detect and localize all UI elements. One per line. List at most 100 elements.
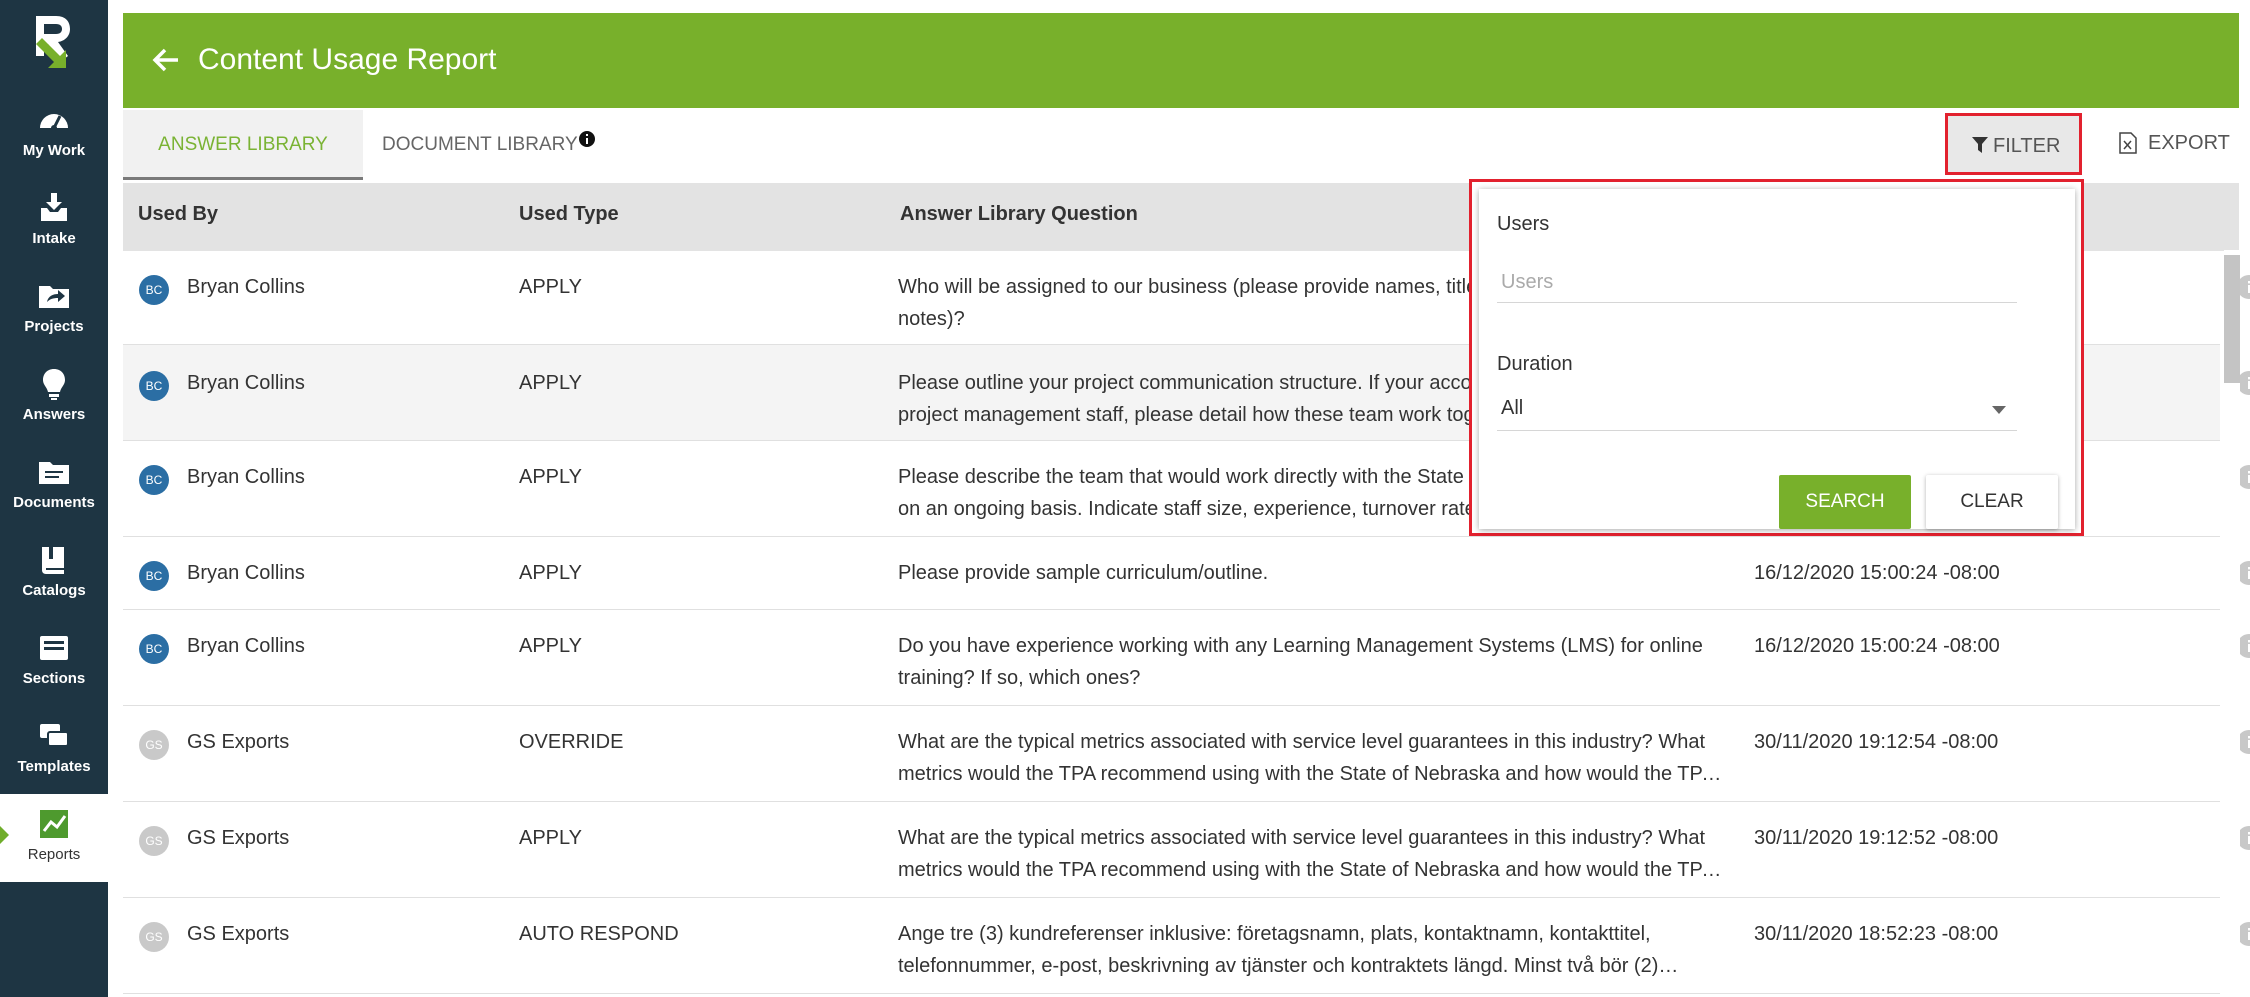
question-cell: What are the typical metrics associated … [898, 726, 1728, 790]
sidebar-item-answers[interactable]: Answers [0, 354, 108, 442]
date-cell: 30/11/2020 19:12:54 -08:00 [1754, 731, 1999, 753]
sidebar-item-label: Answers [22, 406, 86, 423]
sidebar-item-catalogs[interactable]: Catalogs [0, 530, 108, 618]
folder-docs-icon [39, 462, 69, 484]
sidebar-item-projects[interactable]: Projects [0, 266, 108, 354]
question-line: metrics would the TPA recommend using wi… [898, 763, 1728, 785]
question-line: Do you have experience working with any … [898, 635, 1703, 657]
users-label: Users [1497, 213, 1550, 235]
sidebar-item-reports[interactable]: Reports [0, 794, 108, 882]
avatar: BC [139, 465, 169, 495]
back-arrow-icon[interactable] [149, 43, 183, 77]
used-by-cell: GS Exports [187, 827, 290, 849]
table-scrollbar[interactable] [2224, 250, 2240, 997]
funnel-icon [1972, 137, 1988, 153]
download-tray-icon [41, 193, 67, 221]
question-line: training? If so, which ones? [898, 667, 1141, 689]
page-header: Content Usage Report [123, 13, 2239, 108]
used-type-cell: AUTO RESPOND [519, 923, 679, 945]
excel-file-icon [2119, 132, 2137, 154]
avatar: BC [139, 275, 169, 305]
question-line: telefonnummer, e-post, beskrivning av tj… [898, 955, 1679, 977]
avatar: GS [139, 826, 169, 856]
question-cell: Do you have experience working with any … [898, 630, 1728, 694]
used-by-cell: Bryan Collins [187, 562, 305, 584]
question-cell: Ange tre (3) kundreferenser inklusive: f… [898, 918, 1728, 982]
sidebar-item-intake[interactable]: Intake [0, 178, 108, 266]
sidebar-item-label: Templates [17, 758, 91, 775]
sidebar-item-documents[interactable]: Documents [0, 442, 108, 530]
sidebar-item-label: Sections [22, 670, 86, 687]
question-cell: Please provide sample curriculum/outline… [898, 557, 1728, 589]
sidebar-item-label: Projects [24, 318, 84, 335]
export-label: EXPORT [2148, 132, 2230, 154]
date-cell: 30/11/2020 18:52:23 -08:00 [1754, 923, 1999, 945]
scrollbar-thumb[interactable] [2224, 255, 2240, 383]
section-card-icon [40, 636, 68, 660]
date-cell: 30/11/2020 19:12:52 -08:00 [1754, 827, 1999, 849]
duration-value: All [1501, 397, 1524, 419]
info-icon[interactable] [578, 130, 596, 148]
used-by-cell: GS Exports [187, 731, 290, 753]
duration-select[interactable]: All [1497, 391, 2017, 431]
column-question[interactable]: Answer Library Question [900, 203, 1138, 226]
avatar: GS [139, 922, 169, 952]
stacked-cards-icon [40, 724, 69, 747]
sidebar-item-label: Intake [32, 230, 76, 247]
sidebar-item-label: Documents [13, 494, 95, 511]
lightbulb-icon [43, 369, 65, 400]
question-line: What are the typical metrics associated … [898, 731, 1706, 753]
sidebar-item-templates[interactable]: Templates [0, 706, 108, 794]
filter-button[interactable]: FILTER [1945, 113, 2082, 175]
duration-label: Duration [1497, 353, 1573, 375]
table-row[interactable]: BC Bryan Collins APPLY Do you have exper… [123, 610, 2250, 706]
used-type-cell: APPLY [519, 372, 582, 394]
column-used-by[interactable]: Used By [138, 203, 218, 226]
sidebar-item-label: My Work [22, 142, 86, 159]
avatar: BC [139, 561, 169, 591]
used-type-cell: OVERRIDE [519, 731, 624, 753]
question-cell: What are the typical metrics associated … [898, 822, 1728, 886]
avatar: BC [139, 371, 169, 401]
tab-answer-library[interactable]: ANSWER LIBRARY [123, 110, 363, 180]
search-button[interactable]: SEARCH [1779, 475, 1911, 529]
filter-label: FILTER [1993, 135, 2061, 157]
table-row[interactable]: GS GS Exports APPLY What are the typical… [123, 802, 2250, 898]
filter-panel-body: Users Users Duration All SEARCH CLEAR [1479, 189, 2075, 529]
date-cell: 16/12/2020 15:00:24 -08:00 [1754, 562, 2000, 584]
book-icon [42, 547, 64, 574]
used-type-cell: APPLY [519, 276, 582, 298]
sidebar: My Work Intake Projects Answers Document… [0, 0, 108, 997]
chart-icon [40, 810, 68, 838]
used-type-cell: APPLY [519, 635, 582, 657]
table-row[interactable]: BC Bryan Collins APPLY Please provide sa… [123, 537, 2250, 610]
used-by-cell: Bryan Collins [187, 466, 305, 488]
folder-share-icon [39, 286, 69, 308]
page-title: Content Usage Report [198, 43, 497, 76]
app-logo-icon[interactable] [30, 12, 74, 68]
used-by-cell: GS Exports [187, 923, 290, 945]
avatar: GS [139, 730, 169, 760]
table-row[interactable]: GS GS Exports OVERRIDE What are the typi… [123, 706, 2250, 802]
used-type-cell: APPLY [519, 562, 582, 584]
sidebar-item-label: Reports [27, 846, 81, 863]
table-row[interactable]: GS GS Exports AUTO RESPOND Ange tre (3) … [123, 898, 2250, 994]
used-by-cell: Bryan Collins [187, 635, 305, 657]
sidebar-item-sections[interactable]: Sections [0, 618, 108, 706]
used-type-cell: APPLY [519, 466, 582, 488]
users-input[interactable]: Users [1497, 265, 2017, 303]
question-line: Please provide sample curriculum/outline… [898, 562, 1269, 584]
sidebar-item-my-work[interactable]: My Work [0, 90, 108, 178]
used-type-cell: APPLY [519, 827, 582, 849]
used-by-cell: Bryan Collins [187, 372, 305, 394]
speedometer-icon [40, 114, 68, 131]
date-cell: 16/12/2020 15:00:24 -08:00 [1754, 635, 2000, 657]
question-line: What are the typical metrics associated … [898, 827, 1706, 849]
column-used-type[interactable]: Used Type [519, 203, 619, 226]
filter-panel: Users Users Duration All SEARCH CLEAR [1469, 179, 2084, 536]
caret-down-icon [1992, 406, 2006, 414]
question-line: metrics would the TPA recommend using wi… [898, 859, 1728, 881]
used-by-cell: Bryan Collins [187, 276, 305, 298]
clear-button[interactable]: CLEAR [1926, 475, 2058, 529]
sidebar-item-label: Catalogs [22, 582, 86, 599]
